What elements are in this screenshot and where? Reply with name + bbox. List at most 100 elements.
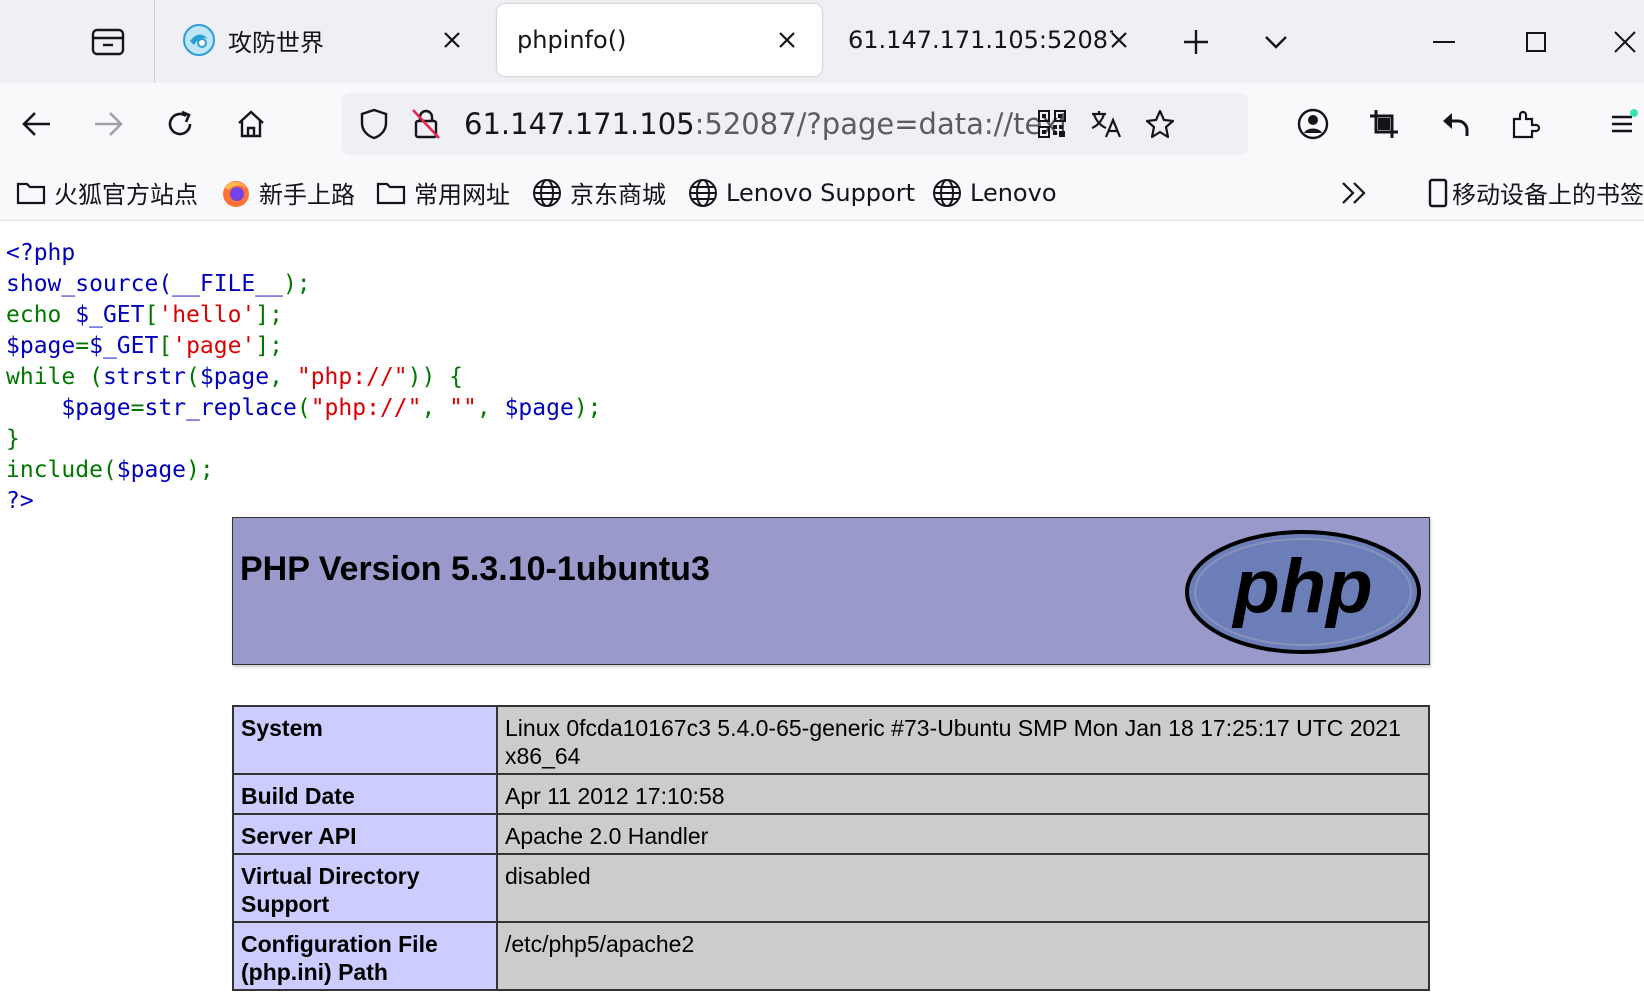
bookmark-label: Lenovo Support: [726, 178, 915, 207]
tab-title: phpinfo(): [517, 26, 627, 54]
url-bar[interactable]: 61.147.171.105:52087/?page=data://text/p…: [342, 93, 1248, 155]
bookmark-label: 移动设备上的书签: [1452, 181, 1644, 209]
table-value: Apache 2.0 Handler: [496, 813, 1430, 855]
account-button[interactable]: [1293, 104, 1333, 144]
minimize-icon: [1433, 41, 1455, 43]
close-icon: [444, 32, 460, 48]
table-key: System: [232, 705, 498, 775]
table-row: Build Date Apr 11 2012 17:10:58: [232, 773, 1430, 815]
screenshot-button[interactable]: [1364, 104, 1404, 144]
bookmarks-overflow-button[interactable]: [1340, 165, 1376, 220]
account-icon: [1297, 108, 1329, 140]
table-row: Configuration File (php.ini) Path /etc/p…: [232, 921, 1430, 991]
mobile-device-icon: [1428, 178, 1448, 207]
maximize-button[interactable]: [1516, 22, 1556, 62]
folder-icon: [376, 182, 406, 204]
tracking-protection-button[interactable]: [354, 104, 394, 144]
table-value: disabled: [496, 853, 1430, 923]
plus-icon: [1184, 30, 1208, 54]
chevron-down-icon: [1265, 36, 1287, 49]
globe-icon: [933, 178, 961, 207]
bookmark-item[interactable]: 火狐官方站点: [16, 165, 198, 220]
tab-gongfang[interactable]: 攻防世界: [170, 0, 480, 80]
firefox-view-button[interactable]: [88, 22, 128, 62]
firefox-icon: [223, 180, 249, 207]
bookmark-star-button[interactable]: [1140, 104, 1180, 144]
close-icon: [779, 32, 795, 48]
bookmark-item[interactable]: 常用网址: [376, 165, 510, 220]
tab-title: 61.147.171.105:52087/: [848, 26, 1113, 54]
code-line: while (strstr($page, "php://")) {: [6, 364, 464, 390]
puzzle-icon: [1512, 110, 1540, 139]
url-host: 61.147.171.105: [464, 107, 695, 141]
bookmarks-toolbar: 火狐官方站点 新手上路 常用网址 京东商城 Lenovo Support Len…: [0, 165, 1644, 221]
insecure-lock-icon: [412, 109, 440, 139]
code-line: $page=$_GET['page'];: [6, 333, 284, 359]
table-key: Virtual Directory Support: [232, 853, 498, 923]
back-button[interactable]: [17, 104, 57, 144]
table-row: System Linux 0fcda10167c3 5.4.0-65-gener…: [232, 705, 1430, 775]
translate-button[interactable]: [1086, 104, 1126, 144]
qr-code-button[interactable]: [1032, 104, 1072, 144]
maximize-icon: [1526, 32, 1546, 52]
minimize-button[interactable]: [1424, 22, 1464, 62]
globe-icon: [689, 178, 717, 207]
code-line: include($page);: [6, 457, 214, 483]
phpinfo-table: System Linux 0fcda10167c3 5.4.0-65-gener…: [232, 705, 1430, 991]
tab-separator: [154, 0, 155, 83]
tab-close-button[interactable]: [1104, 25, 1134, 55]
php-logo: php: [1185, 530, 1421, 654]
forward-button[interactable]: [88, 104, 128, 144]
table-value: /etc/php5/apache2: [496, 921, 1430, 991]
tab-target-url[interactable]: 61.147.171.105:52087/: [836, 0, 1136, 80]
new-tab-button[interactable]: [1176, 22, 1216, 62]
close-icon: [1614, 31, 1636, 53]
table-key: Server API: [232, 813, 498, 855]
bookmark-item[interactable]: Lenovo Support: [688, 165, 915, 220]
bookmark-label: 火狐官方站点: [54, 181, 198, 209]
bookmark-item[interactable]: Lenovo: [932, 165, 1057, 220]
close-icon: [1111, 32, 1127, 48]
phpinfo-header: PHP Version 5.3.10-1ubuntu3 php: [232, 517, 1430, 665]
translate-icon: [1091, 111, 1122, 138]
tab-close-button[interactable]: [772, 25, 802, 55]
table-row: Virtual Directory Support disabled: [232, 853, 1430, 923]
bookmark-label: 新手上路: [259, 181, 355, 209]
hamburger-menu-icon: [1612, 109, 1638, 133]
undo-icon: [1443, 113, 1469, 136]
php-source-code: <?php show_source(__FILE__); echo $_GET[…: [6, 238, 602, 517]
undo-close-tab-button[interactable]: [1435, 104, 1475, 144]
php-version-title: PHP Version 5.3.10-1ubuntu3: [240, 550, 710, 588]
crop-icon: [1370, 110, 1398, 138]
connection-insecure-button[interactable]: [406, 104, 446, 144]
code-line: }: [6, 426, 20, 452]
code-line: <?php: [6, 240, 76, 266]
bookmark-item[interactable]: 京东商城: [532, 165, 666, 220]
bookmark-label: Lenovo: [970, 178, 1057, 207]
tab-strip: 攻防世界 phpinfo() 61.147.171.105:52087/: [0, 0, 1644, 83]
table-value: Apr 11 2012 17:10:58: [496, 773, 1430, 815]
home-button[interactable]: [231, 104, 271, 144]
close-window-button[interactable]: [1606, 22, 1644, 62]
tab-close-button[interactable]: [437, 25, 467, 55]
table-key: Build Date: [232, 773, 498, 815]
reload-icon: [168, 110, 192, 136]
list-all-tabs-button[interactable]: [1256, 22, 1296, 62]
bookmark-item[interactable]: 新手上路: [221, 165, 355, 220]
chevron-double-right-icon: [1342, 181, 1366, 204]
table-row: Server API Apache 2.0 Handler: [232, 813, 1430, 855]
table-value: Linux 0fcda10167c3 5.4.0-65-generic #73-…: [496, 705, 1430, 775]
mobile-bookmarks-item[interactable]: 移动设备上的书签: [1428, 165, 1644, 220]
tab-phpinfo[interactable]: phpinfo(): [497, 4, 822, 76]
extensions-button[interactable]: [1505, 104, 1545, 144]
bookmark-label: 常用网址: [414, 181, 510, 209]
arrow-left-icon: [22, 112, 50, 136]
reload-button[interactable]: [160, 104, 200, 144]
folder-icon: [16, 182, 46, 204]
app-menu-button[interactable]: [1602, 104, 1644, 144]
star-icon: [1145, 109, 1175, 139]
navigation-toolbar: 61.147.171.105:52087/?page=data://text/p…: [0, 83, 1644, 165]
tab-title: 攻防世界: [228, 28, 324, 57]
url-text[interactable]: 61.147.171.105:52087/?page=data://text/p…: [464, 103, 1064, 145]
code-line: echo $_GET['hello'];: [6, 302, 283, 328]
